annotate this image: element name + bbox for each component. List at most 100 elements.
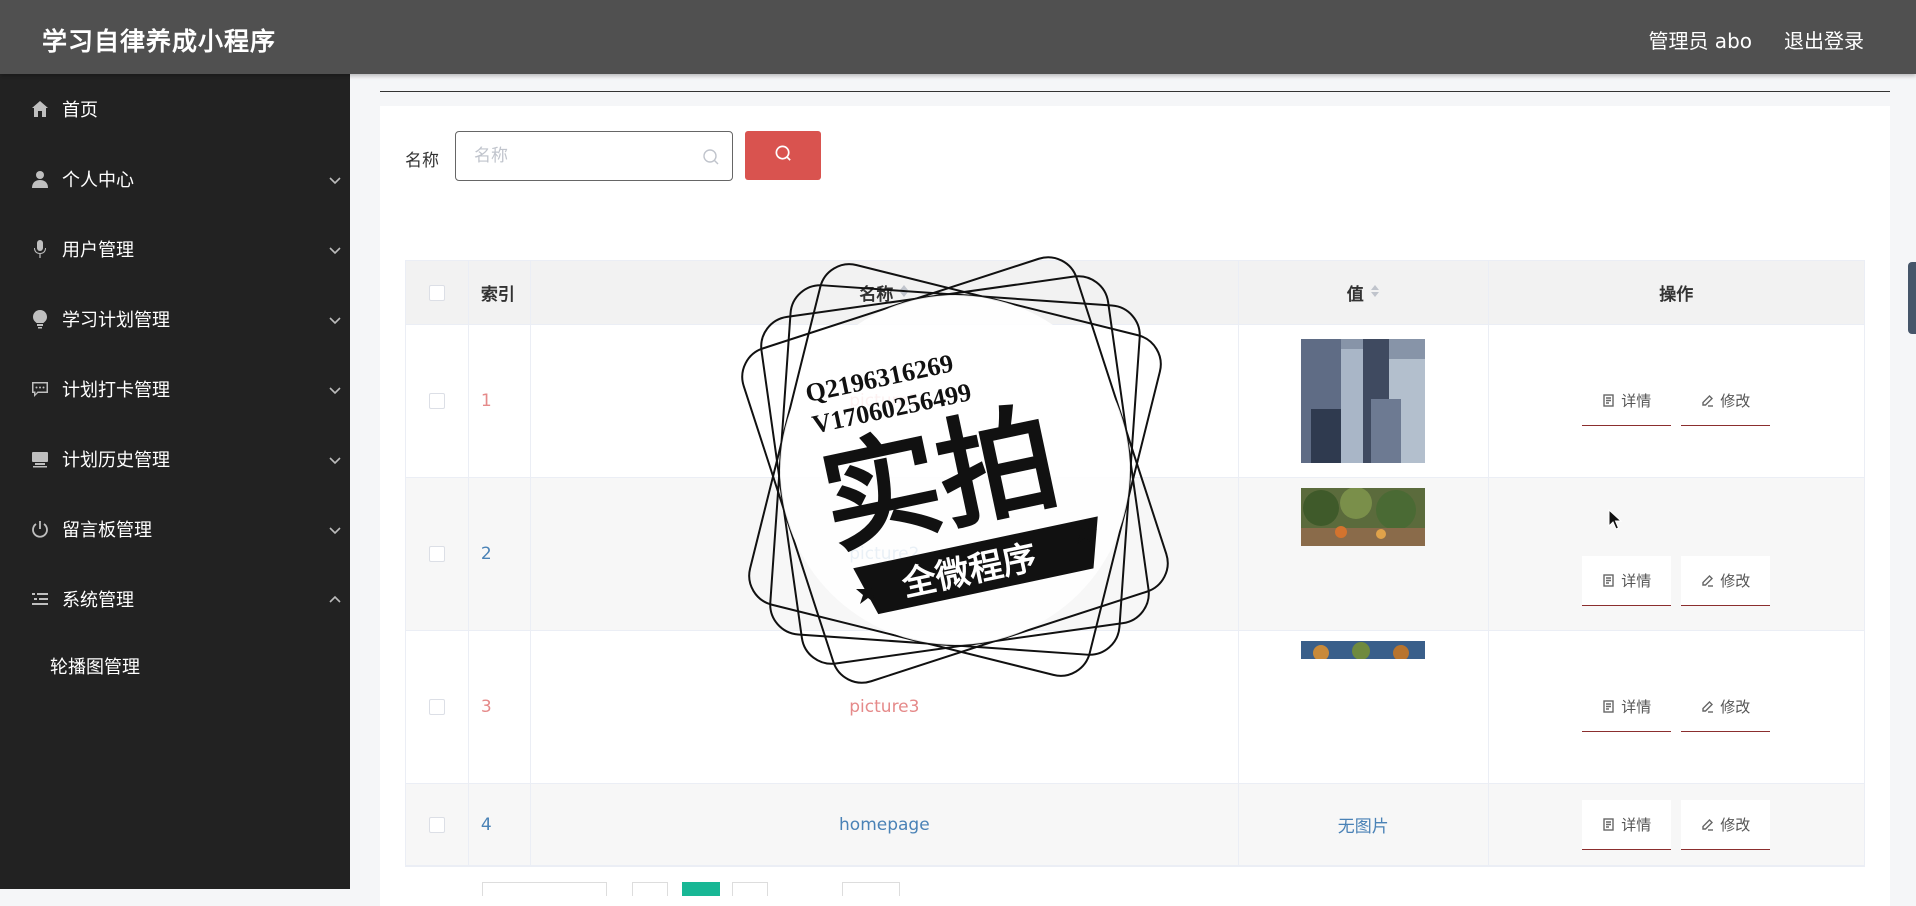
table-row: 1 picture1 详情 修改 (406, 325, 1864, 478)
table-row: 2 picture2 详情 修改 (406, 478, 1864, 631)
page-current[interactable] (682, 882, 720, 896)
row-index: 1 (469, 325, 531, 477)
sort-icon[interactable] (899, 283, 909, 303)
search-button[interactable] (745, 131, 821, 180)
sidebar-item-label: 用户管理 (62, 240, 134, 261)
header-name-cell[interactable]: 名称 (531, 261, 1239, 324)
detail-button[interactable]: 详情 (1582, 799, 1672, 850)
detail-button[interactable]: 详情 (1582, 682, 1672, 732)
search-icon (774, 144, 793, 167)
page-jump-input[interactable] (842, 882, 900, 896)
row-checkbox[interactable] (428, 546, 445, 562)
data-table: 索引 名称 值 操作 1 picture1 详情 修改 2 picture2 详… (405, 260, 1865, 867)
row-index: 2 (469, 478, 531, 630)
admin-name: 管理员 abo (1648, 29, 1752, 53)
header-actions: 操作 (1659, 285, 1694, 305)
bulb-icon (30, 309, 50, 329)
main-content: 名称 索引 名称 值 操作 (350, 74, 1916, 906)
edit-icon (1702, 395, 1714, 407)
select-all-checkbox[interactable] (428, 284, 445, 301)
header-index: 索引 (469, 261, 531, 324)
row-name: picture3 (531, 631, 1239, 783)
chevron-down-icon (328, 311, 342, 325)
sidebar-subitem-carousel[interactable]: 轮播图管理 (0, 634, 350, 698)
row-name: homepage (531, 784, 1239, 865)
document-icon (1603, 817, 1614, 831)
sidebar-item-label: 个人中心 (62, 170, 134, 191)
edit-button[interactable]: 修改 (1681, 682, 1771, 732)
content-panel: 名称 索引 名称 值 操作 (380, 106, 1890, 906)
sort-icon[interactable] (1370, 283, 1380, 303)
sidebar-item-study-plan[interactable]: 学习计划管理 (0, 284, 350, 354)
sidebar-item-plan-history[interactable]: 计划历史管理 (0, 424, 350, 494)
row-checkbox[interactable] (428, 699, 445, 715)
sidebar-item-label: 计划历史管理 (62, 450, 170, 471)
side-handle[interactable] (1908, 262, 1916, 334)
app-title: 学习自律养成小程序 (42, 27, 277, 56)
top-bar: 学习自律养成小程序 管理员 abo 退出登录 (0, 0, 1916, 74)
no-image-text: 无图片 (1239, 784, 1489, 865)
row-index: 3 (469, 631, 531, 783)
search-label: 名称 (405, 151, 439, 171)
document-icon (1603, 574, 1614, 587)
chat-icon (30, 379, 50, 399)
monitor-icon (30, 449, 50, 469)
edit-button[interactable]: 修改 (1681, 556, 1771, 606)
detail-button[interactable]: 详情 (1582, 376, 1672, 426)
edit-button[interactable]: 修改 (1681, 376, 1771, 426)
sidebar-item-user-management[interactable]: 用户管理 (0, 214, 350, 284)
next-page-button[interactable] (732, 882, 768, 896)
logout-button[interactable]: 退出登录 (1784, 25, 1864, 54)
power-icon (30, 519, 50, 539)
row-index: 4 (469, 784, 531, 865)
search-field[interactable] (455, 131, 733, 181)
row-checkbox[interactable] (428, 816, 445, 833)
table-header: 索引 名称 值 操作 (406, 261, 1864, 325)
microphone-icon (30, 239, 50, 259)
detail-button[interactable]: 详情 (1582, 556, 1672, 606)
page-size-select[interactable] (482, 882, 607, 896)
row-name: picture2 (531, 478, 1239, 630)
sidebar-item-label: 计划打卡管理 (62, 380, 170, 401)
edit-icon (1702, 818, 1714, 831)
search-icon (702, 148, 720, 166)
user-icon (30, 169, 50, 189)
header-value-cell[interactable]: 值 (1239, 261, 1489, 324)
chevron-down-icon (328, 521, 342, 535)
sidebar-item-message-board[interactable]: 留言板管理 (0, 494, 350, 564)
table-row: 3 picture3 详情 修改 (406, 631, 1864, 784)
chevron-down-icon (328, 241, 342, 255)
row-checkbox[interactable] (428, 393, 445, 409)
document-icon (1603, 394, 1614, 407)
sidebar-item-home[interactable]: 首页 (0, 74, 350, 144)
row-name: picture1 (531, 325, 1239, 477)
chevron-down-icon (328, 381, 342, 395)
document-icon (1603, 700, 1614, 713)
list-icon (30, 589, 50, 609)
sidebar-item-label: 系统管理 (62, 590, 134, 611)
edit-icon (1702, 701, 1714, 713)
sidebar-item-label: 学习计划管理 (62, 310, 170, 331)
thumbnail-image[interactable] (1301, 641, 1426, 659)
thumbnail-image[interactable] (1301, 339, 1426, 463)
chevron-down-icon (328, 171, 342, 185)
cursor-icon (1608, 509, 1623, 530)
table-row: 4 homepage 无图片 详情 修改 (406, 784, 1864, 866)
edit-icon (1702, 575, 1714, 587)
divider (380, 91, 1890, 92)
edit-button[interactable]: 修改 (1681, 799, 1771, 850)
chevron-up-icon (328, 591, 342, 605)
sidebar-item-personal-center[interactable]: 个人中心 (0, 144, 350, 214)
header-value: 值 (1346, 285, 1364, 305)
search-input[interactable] (474, 144, 694, 168)
sidebar-item-label: 首页 (62, 100, 98, 121)
chevron-down-icon (328, 451, 342, 465)
sidebar-item-system-management[interactable]: 系统管理 (0, 564, 350, 634)
sidebar: 首页 个人中心 用户管理 学习计划管理 计划打卡管理 计划历史管理 留言板管理 … (0, 74, 350, 889)
prev-page-button[interactable] (632, 882, 668, 896)
sidebar-item-checkin[interactable]: 计划打卡管理 (0, 354, 350, 424)
header-name: 名称 (859, 285, 894, 305)
sidebar-item-label: 留言板管理 (62, 520, 152, 541)
home-icon (30, 99, 50, 119)
thumbnail-image[interactable] (1301, 488, 1426, 546)
